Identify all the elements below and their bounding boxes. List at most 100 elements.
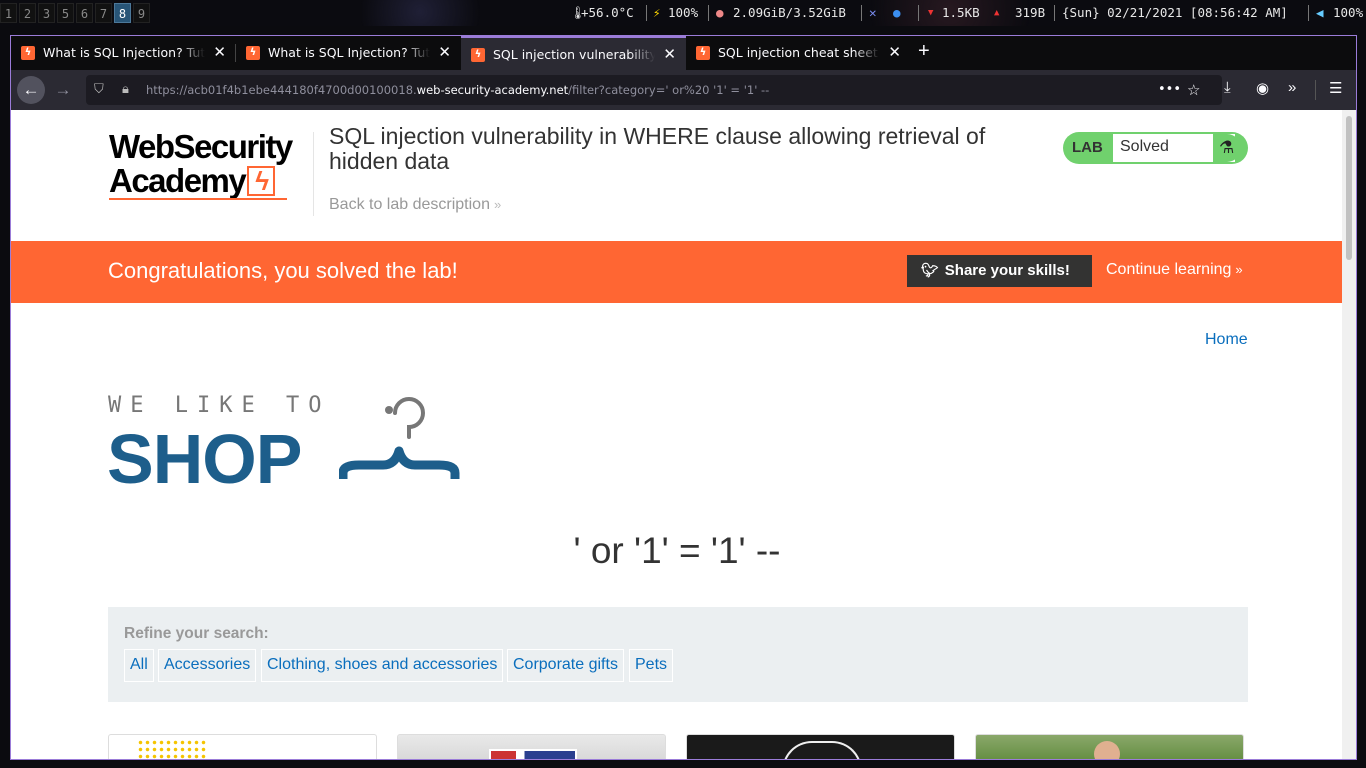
volume-readout: 100%: [1333, 5, 1364, 20]
workspace-2[interactable]: 2: [19, 3, 36, 23]
portswigger-favicon-icon: ϟ: [471, 48, 485, 62]
continue-link-label: Continue learning: [1106, 261, 1232, 278]
tab-title: What is SQL Injection? Tutorial & Exampl…: [43, 45, 205, 60]
coat-hanger-icon: [339, 397, 460, 479]
close-tab-icon[interactable]: ✕: [888, 43, 901, 61]
upload-arrow-icon: ▲: [994, 8, 1000, 18]
double-chevron-right-icon: »: [493, 197, 502, 212]
datetime-readout: {Sun} 02/21/2021 [08:56:42 AM]: [1062, 5, 1288, 20]
shop-logo-tagline: WE LIKE TO: [108, 393, 331, 418]
portswigger-favicon-icon: ϟ: [21, 46, 35, 60]
close-tab-icon[interactable]: ✕: [213, 43, 226, 61]
workspace-5[interactable]: 5: [57, 3, 74, 23]
we-like-to-shop-logo[interactable]: WE LIKE TO SHOP: [107, 393, 467, 498]
category-filter-pets[interactable]: Pets: [629, 649, 674, 682]
page-content: WebSecurity Academy SQL injection vulner…: [11, 110, 1343, 759]
product-image: [137, 739, 207, 759]
url-host: web-security-academy.net: [416, 83, 569, 97]
product-card[interactable]: [397, 734, 666, 759]
lab-title: SQL injection vulnerability in WHERE cla…: [329, 123, 986, 174]
back-link-label: Back to lab description: [329, 196, 490, 213]
tab-sql-injection-cheat-sheet[interactable]: ϟ SQL injection cheat sheet | Web Securi…: [686, 36, 911, 70]
shield-icon[interactable]: ⛉: [94, 82, 104, 97]
workspace-6[interactable]: 6: [76, 3, 93, 23]
url-path: /filter?category=' or%20 '1' = '1' --: [568, 83, 770, 97]
product-image: [1094, 741, 1120, 759]
browser-window: ϟ What is SQL Injection? Tutorial & Exam…: [10, 35, 1357, 760]
downloads-icon[interactable]: ⤓: [1224, 79, 1231, 96]
category-filter-accessories[interactable]: Accessories: [158, 649, 257, 682]
share-button-label: Share your skills!: [944, 262, 1070, 279]
product-image: [782, 741, 862, 759]
memory-readout: 2.09GiB/3.52GiB: [733, 5, 846, 20]
lab-badge-label: LAB: [1072, 139, 1103, 156]
navigation-toolbar: ← → ⛉ 🔒︎ https://acb01f4b1ebe444180f4700…: [11, 70, 1356, 110]
logo-line-1: WebSecurity: [109, 128, 293, 165]
account-icon[interactable]: ◉: [1256, 79, 1269, 97]
workspace-9[interactable]: 9: [133, 3, 150, 23]
tab-title: SQL injection cheat sheet | Web Security…: [718, 45, 880, 60]
refine-search-label: Refine your search:: [124, 625, 269, 642]
tab-sql-injection-tutorial-1[interactable]: ϟ What is SQL Injection? Tutorial & Exam…: [11, 36, 236, 70]
battery-readout: 100%: [668, 5, 699, 20]
tab-title: SQL injection vulnerability in WHERE cla…: [493, 47, 655, 62]
tab-sql-injection-lab[interactable]: ϟ SQL injection vulnerability in WHERE c…: [461, 36, 686, 70]
category-filter-all[interactable]: All: [124, 649, 154, 682]
url-text: https://acb01f4b1ebe444180f4700d00100018…: [146, 83, 769, 97]
tab-sql-injection-tutorial-2[interactable]: ϟ What is SQL Injection? Tutorial & Exam…: [236, 36, 461, 70]
back-arrow-icon[interactable]: ←: [17, 76, 45, 104]
logo-line-2: Academy: [109, 162, 247, 199]
lightning-icon: ⚡: [653, 5, 661, 20]
scrollbar-thumb[interactable]: [1346, 116, 1352, 260]
flask-icon: ⚗: [1213, 134, 1241, 162]
product-image: [489, 749, 577, 759]
url-prefix: https://acb01f4b1ebe444180f4700d00100018…: [146, 83, 417, 97]
portswigger-favicon-icon: ϟ: [246, 46, 260, 60]
net-up-readout: 319B: [1015, 5, 1046, 20]
product-card[interactable]: [975, 734, 1244, 759]
workspace-3[interactable]: 3: [38, 3, 55, 23]
search-results-heading: ' or '1' = '1' --: [573, 530, 781, 571]
refine-search-panel: Refine your search: All Accessories Clot…: [108, 607, 1248, 702]
globe-icon: ●: [893, 5, 901, 20]
workspace-1[interactable]: 1: [0, 3, 17, 23]
double-chevron-right-icon: »: [1235, 262, 1243, 277]
workspace-8[interactable]: 8: [114, 3, 131, 23]
product-card[interactable]: [686, 734, 955, 759]
hamburger-menu-icon[interactable]: ☰: [1329, 79, 1342, 97]
tab-strip: ϟ What is SQL Injection? Tutorial & Exam…: [11, 36, 1356, 70]
address-bar[interactable]: ⛉ 🔒︎ https://acb01f4b1ebe444180f4700d001…: [86, 75, 1222, 105]
net-down-readout: 1.5KB: [942, 5, 980, 20]
lightning-bolt-icon: [247, 164, 276, 198]
close-tab-icon[interactable]: ✕: [438, 43, 451, 61]
portswigger-favicon-icon: ϟ: [696, 46, 710, 60]
download-arrow-icon: ▼: [928, 8, 934, 18]
academy-header: WebSecurity Academy SQL injection vulner…: [11, 110, 1343, 241]
system-status-bar: 1 2 3 5 6 7 8 9 🌡 +56.0°C ⚡ 100% ● 2.09G…: [0, 0, 1366, 26]
speaker-icon: ◀: [1316, 5, 1324, 20]
share-skills-button[interactable]: 🐦︎ Share your skills!: [907, 255, 1092, 287]
shop-logo-word: SHOP: [107, 420, 302, 498]
product-card[interactable]: [108, 734, 377, 759]
tab-title: What is SQL Injection? Tutorial & Exampl…: [268, 45, 430, 60]
lab-status-badge: LAB Solved ⚗: [1063, 132, 1248, 164]
category-filter-clothing[interactable]: Clothing, shoes and accessories: [261, 649, 504, 682]
lock-icon[interactable]: 🔒︎: [122, 82, 129, 97]
web-security-academy-logo[interactable]: WebSecurity Academy: [109, 130, 309, 205]
brain-icon: ●: [716, 5, 724, 20]
page-actions-icon[interactable]: •••: [1158, 82, 1181, 97]
home-link[interactable]: Home: [1205, 331, 1248, 349]
back-to-lab-description-link[interactable]: Back to lab description»: [329, 196, 501, 214]
continue-learning-link[interactable]: Continue learning»: [1106, 261, 1243, 279]
new-tab-plus-icon[interactable]: +: [918, 40, 930, 63]
twitter-bird-icon: 🐦︎: [921, 262, 939, 278]
forward-arrow-icon[interactable]: →: [49, 76, 77, 104]
category-filter-corporate-gifts[interactable]: Corporate gifts: [507, 649, 624, 682]
workspace-7[interactable]: 7: [95, 3, 112, 23]
network-icon: ✕: [869, 5, 877, 20]
close-tab-icon[interactable]: ✕: [663, 45, 676, 63]
extensions-overflow-icon[interactable]: »: [1288, 79, 1296, 96]
page-scrollbar[interactable]: [1342, 110, 1356, 759]
congratulations-message: Congratulations, you solved the lab!: [108, 258, 458, 283]
bookmark-star-icon[interactable]: ☆: [1187, 81, 1200, 99]
